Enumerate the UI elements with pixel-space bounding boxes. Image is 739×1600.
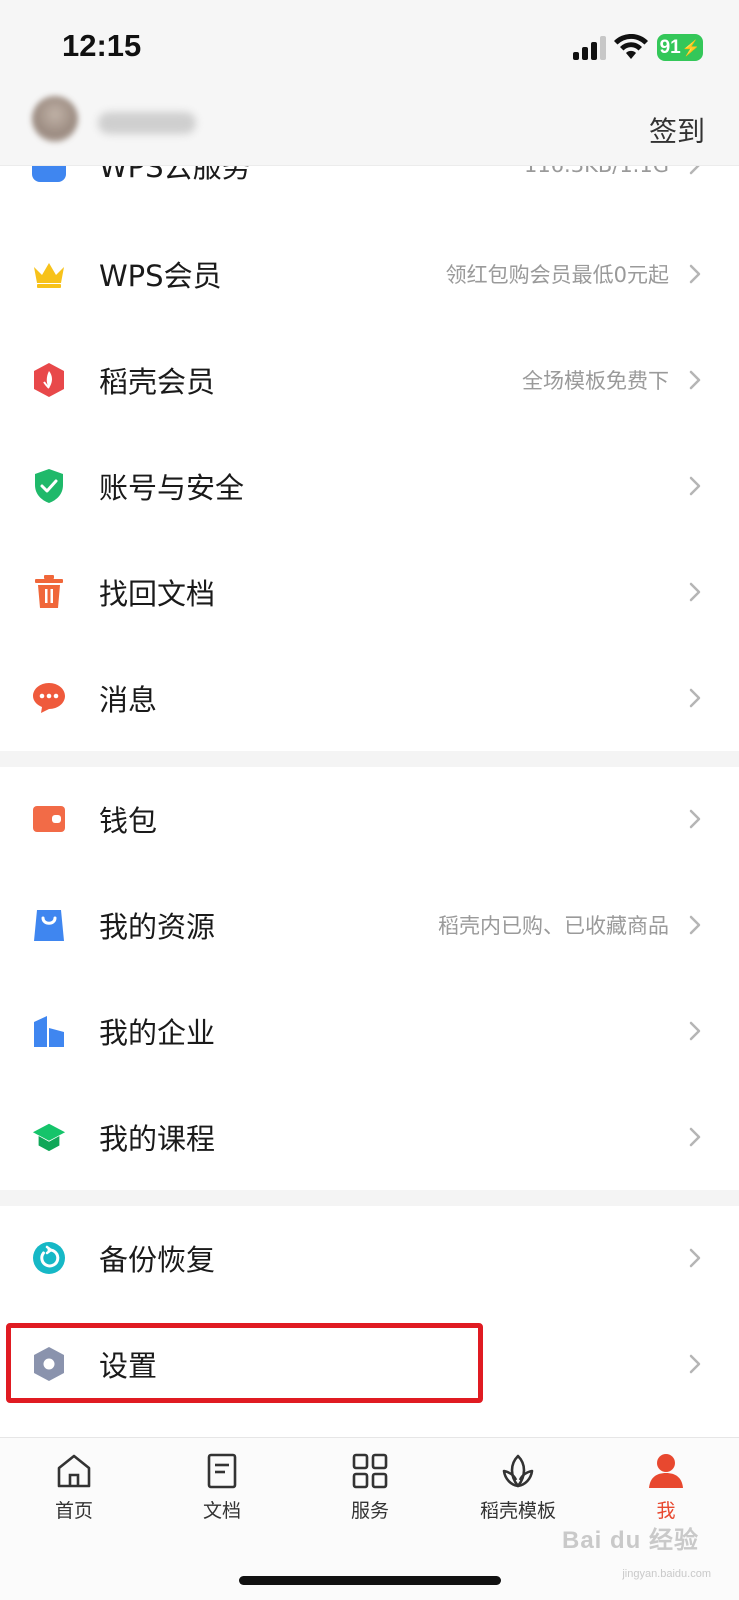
battery-indicator: 91 ⚡ — [657, 34, 703, 61]
avatar[interactable] — [32, 96, 78, 142]
menu-item-label: WPS会员 — [99, 259, 222, 293]
menu-item-label: 备份恢复 — [99, 1243, 216, 1277]
menu-item-my-resources[interactable]: 我的资源 稻壳内已购、已收藏商品 — [0, 872, 739, 978]
menu-item-account-security[interactable]: 账号与安全 — [0, 433, 739, 539]
menu-item-my-courses[interactable]: 我的课程 — [0, 1084, 739, 1190]
tab-label: 服务 — [350, 1500, 389, 1522]
tab-documents[interactable]: 文档 — [162, 1452, 282, 1532]
baidu-watermark: Bai du 经验 — [561, 1527, 699, 1554]
tab-home[interactable]: 首页 — [14, 1452, 134, 1532]
shield-icon — [32, 469, 66, 503]
crown-icon — [32, 257, 66, 291]
person-icon — [649, 1454, 683, 1488]
shopping-bag-icon — [32, 908, 66, 942]
menu-item-label: 我的课程 — [99, 1122, 216, 1156]
chevron-right-icon — [689, 476, 701, 496]
section-divider — [0, 751, 739, 767]
profile-header: 签到 — [0, 92, 739, 166]
tab-label: 文档 — [202, 1500, 241, 1522]
chevron-right-icon — [689, 1248, 701, 1268]
docer-hexagon-icon — [32, 363, 66, 397]
menu-item-wps-member[interactable]: WPS会员 领红包购会员最低0元起 — [0, 221, 739, 327]
home-icon — [57, 1454, 91, 1488]
grid-icon — [352, 1453, 388, 1489]
menu-item-label: 我的资源 — [99, 910, 216, 944]
menu-item-label: 钱包 — [99, 804, 158, 838]
refresh-circle-icon — [32, 1241, 66, 1275]
cellular-signal-icon — [573, 36, 607, 60]
checkin-button[interactable]: 签到 — [649, 110, 705, 150]
chevron-right-icon — [689, 370, 701, 390]
home-indicator[interactable] — [239, 1576, 501, 1585]
chevron-right-icon — [689, 264, 701, 284]
menu-item-subtitle: 稻壳内已购、已收藏商品 — [438, 914, 669, 938]
trash-icon — [32, 575, 66, 609]
app-screen: 12:15 91 ⚡ 签到 WPS云服务 116.3KB/ — [0, 0, 739, 1600]
menu-item-wallet[interactable]: 钱包 — [0, 766, 739, 872]
tab-label: 首页 — [54, 1500, 93, 1522]
chevron-right-icon — [689, 1354, 701, 1374]
menu-item-messages[interactable]: 消息 — [0, 645, 739, 751]
menu-item-label: 账号与安全 — [99, 471, 245, 505]
menu-item-subtitle: 全场模板免费下 — [522, 369, 669, 393]
menu-item-backup-restore[interactable]: 备份恢复 — [0, 1205, 739, 1311]
tab-label: 我 — [656, 1500, 676, 1522]
menu-item-label: 稻壳会员 — [99, 365, 216, 399]
menu-item-docer-member[interactable]: 稻壳会员 全场模板免费下 — [0, 327, 739, 433]
menu-item-label: 消息 — [99, 683, 158, 717]
document-icon — [207, 1453, 237, 1489]
chevron-right-icon — [689, 1127, 701, 1147]
tab-services[interactable]: 服务 — [310, 1452, 430, 1532]
chevron-right-icon — [689, 809, 701, 829]
status-bar: 12:15 91 ⚡ — [0, 0, 739, 92]
wifi-icon — [614, 34, 648, 59]
tab-docer-templates[interactable]: 稻壳模板 — [458, 1452, 578, 1532]
tab-label: 稻壳模板 — [479, 1500, 556, 1522]
chat-bubble-icon — [32, 681, 66, 715]
battery-level: 91 — [659, 36, 681, 58]
leaf-icon — [502, 1454, 534, 1488]
menu-item-label: 我的企业 — [99, 1016, 216, 1050]
menu-item-recover-docs[interactable]: 找回文档 — [0, 539, 739, 645]
username-redacted — [98, 112, 196, 134]
section-divider — [0, 1190, 739, 1206]
settings-highlight-box — [6, 1323, 483, 1403]
menu-item-label: 找回文档 — [99, 577, 216, 611]
charging-icon: ⚡ — [681, 39, 701, 57]
chevron-right-icon — [689, 688, 701, 708]
baidu-watermark-url: jingyan.baidu.com — [622, 1568, 711, 1580]
graduation-cap-icon — [32, 1120, 66, 1154]
chevron-right-icon — [689, 1021, 701, 1041]
chevron-right-icon — [689, 582, 701, 602]
status-time: 12:15 — [62, 28, 142, 63]
chevron-right-icon — [689, 915, 701, 935]
wallet-icon — [32, 802, 66, 836]
menu-item-my-enterprise[interactable]: 我的企业 — [0, 978, 739, 1084]
menu-item-subtitle: 领红包购会员最低0元起 — [445, 263, 669, 287]
building-icon — [32, 1014, 66, 1048]
